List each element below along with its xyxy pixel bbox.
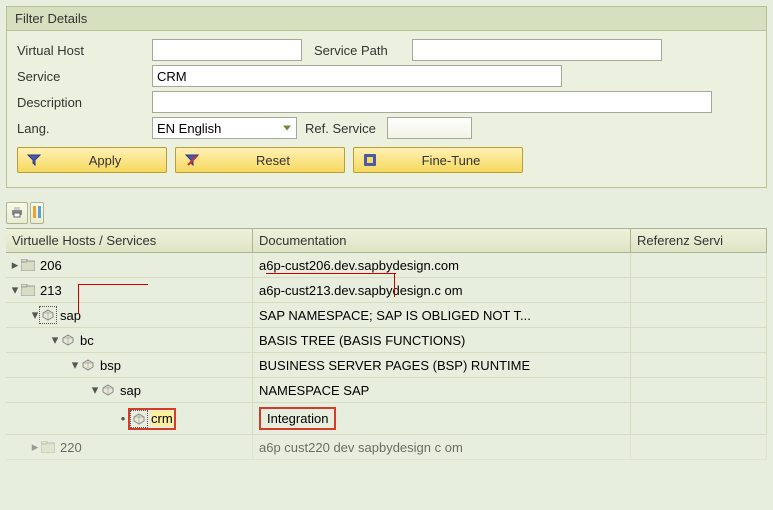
lang-value: EN English (157, 121, 221, 136)
table-row[interactable]: ▸ 220 a6p cust220 dev sapbydesign c om (6, 435, 767, 460)
table-row[interactable]: ▾ bsp BUSINESS SERVER PAGES (BSP) RUNTIME (6, 353, 767, 378)
table-row[interactable]: ▸ 206 a6p-cust206.dev.sapbydesign.com (6, 253, 767, 278)
expander-icon[interactable]: ▾ (90, 382, 100, 398)
grid-toolbar (6, 202, 767, 224)
folder-icon (40, 439, 56, 455)
tree-label: 206 (40, 258, 62, 273)
tree-label: bc (80, 333, 94, 348)
tree-cell: ▸ 206 (6, 253, 253, 277)
ref-cell (631, 278, 767, 302)
expander-icon[interactable]: ▾ (10, 282, 20, 298)
ref-cell (631, 435, 767, 459)
service-path-label: Service Path (302, 40, 412, 61)
fine-tune-icon (362, 153, 378, 167)
ref-cell (631, 353, 767, 377)
apply-label: Apply (52, 153, 158, 168)
folder-icon (20, 257, 36, 273)
tree-label: 213 (40, 283, 62, 298)
tree-label: 220 (60, 440, 82, 455)
ref-cell (631, 403, 767, 434)
tree-cell: ▾ sap (6, 303, 253, 327)
node-icon (60, 332, 76, 348)
header-hosts[interactable]: Virtuelle Hosts / Services (6, 229, 253, 252)
printer-icon (10, 206, 24, 221)
service-path-input[interactable] (412, 39, 662, 61)
table-row[interactable]: ▾ sap SAP NAMESPACE; SAP IS OBLIGED NOT T.… (6, 303, 767, 328)
folder-icon (20, 282, 36, 298)
table-row[interactable]: ▾ 213 a6p-cust213.dev.sapbydesign.c om (6, 278, 767, 303)
tree-cell: ▾ 213 (6, 278, 253, 302)
tree-label: sap (60, 308, 81, 323)
node-icon (100, 382, 116, 398)
panel-body: Virtual Host Service Path Service Descri… (7, 31, 766, 187)
description-label: Description (17, 92, 152, 113)
tree-cell: ▸ 220 (6, 435, 253, 459)
tree-cell: • crm (6, 403, 253, 434)
lang-dropdown[interactable]: EN English (152, 117, 297, 139)
services-grid: Virtuelle Hosts / Services Documentation… (6, 228, 767, 460)
service-label: Service (17, 66, 152, 87)
header-doc[interactable]: Documentation (253, 229, 631, 252)
expander-icon[interactable]: • (118, 411, 128, 426)
doc-cell: Integration (253, 403, 631, 434)
expander-icon[interactable]: ▾ (30, 307, 40, 323)
expander-icon[interactable]: ▾ (50, 332, 60, 348)
virtual-host-label: Virtual Host (17, 40, 152, 61)
tree-cell: ▾ bsp (6, 353, 253, 377)
tree-cell: ▾ sap (6, 378, 253, 402)
tree-label: sap (120, 383, 141, 398)
panel-title: Filter Details (7, 7, 766, 31)
reset-icon (184, 153, 200, 167)
tree-label: bsp (100, 358, 121, 373)
grid-body: ▸206a6p-cust206.dev.sapbydesign.com▾213a… (6, 253, 767, 460)
doc-cell: a6p cust220 dev sapbydesign c om (253, 435, 631, 459)
doc-cell: BASIS TREE (BASIS FUNCTIONS) (253, 328, 631, 352)
expander-icon[interactable]: ▸ (10, 257, 20, 273)
layout-button[interactable] (30, 202, 44, 224)
grid-header: Virtuelle Hosts / Services Documentation… (6, 229, 767, 253)
reset-button[interactable]: Reset (175, 147, 345, 173)
fine-tune-button[interactable]: Fine-Tune (353, 147, 523, 173)
highlight-box: crm (128, 408, 176, 430)
lang-label: Lang. (17, 118, 152, 139)
table-row[interactable]: ▾ sap NAMESPACE SAP (6, 378, 767, 403)
ref-cell (631, 253, 767, 277)
ref-service-label: Ref. Service (297, 118, 387, 139)
doc-cell: NAMESPACE SAP (253, 378, 631, 402)
tree-cell: ▾ bc (6, 328, 253, 352)
ref-service-input[interactable] (387, 117, 472, 139)
reset-label: Reset (210, 153, 336, 168)
node-icon (80, 357, 96, 373)
service-input[interactable] (152, 65, 562, 87)
header-ref[interactable]: Referenz Servi (631, 229, 767, 252)
doc-cell: SAP NAMESPACE; SAP IS OBLIGED NOT T... (253, 303, 631, 327)
print-button[interactable] (6, 202, 28, 224)
description-input[interactable] (152, 91, 712, 113)
node-icon (40, 307, 56, 323)
ref-cell (631, 303, 767, 327)
highlight-box: Integration (259, 407, 336, 430)
filter-icon (26, 153, 42, 167)
virtual-host-input[interactable] (152, 39, 302, 61)
doc-cell: a6p-cust206.dev.sapbydesign.com (253, 253, 631, 277)
tree-label: crm (151, 411, 173, 426)
node-icon (131, 411, 147, 427)
filter-details-panel: Filter Details Virtual Host Service Path… (6, 6, 767, 188)
apply-button[interactable]: Apply (17, 147, 167, 173)
ref-cell (631, 378, 767, 402)
layout-icon (33, 206, 41, 221)
table-row[interactable]: ▾ bc BASIS TREE (BASIS FUNCTIONS) (6, 328, 767, 353)
doc-cell: a6p-cust213.dev.sapbydesign.c om (253, 278, 631, 302)
expander-icon[interactable]: ▾ (70, 357, 80, 373)
expander-icon[interactable]: ▸ (30, 439, 40, 455)
doc-cell: BUSINESS SERVER PAGES (BSP) RUNTIME (253, 353, 631, 377)
table-row[interactable]: • crm Integration (6, 403, 767, 435)
fine-tune-label: Fine-Tune (388, 153, 514, 168)
ref-cell (631, 328, 767, 352)
